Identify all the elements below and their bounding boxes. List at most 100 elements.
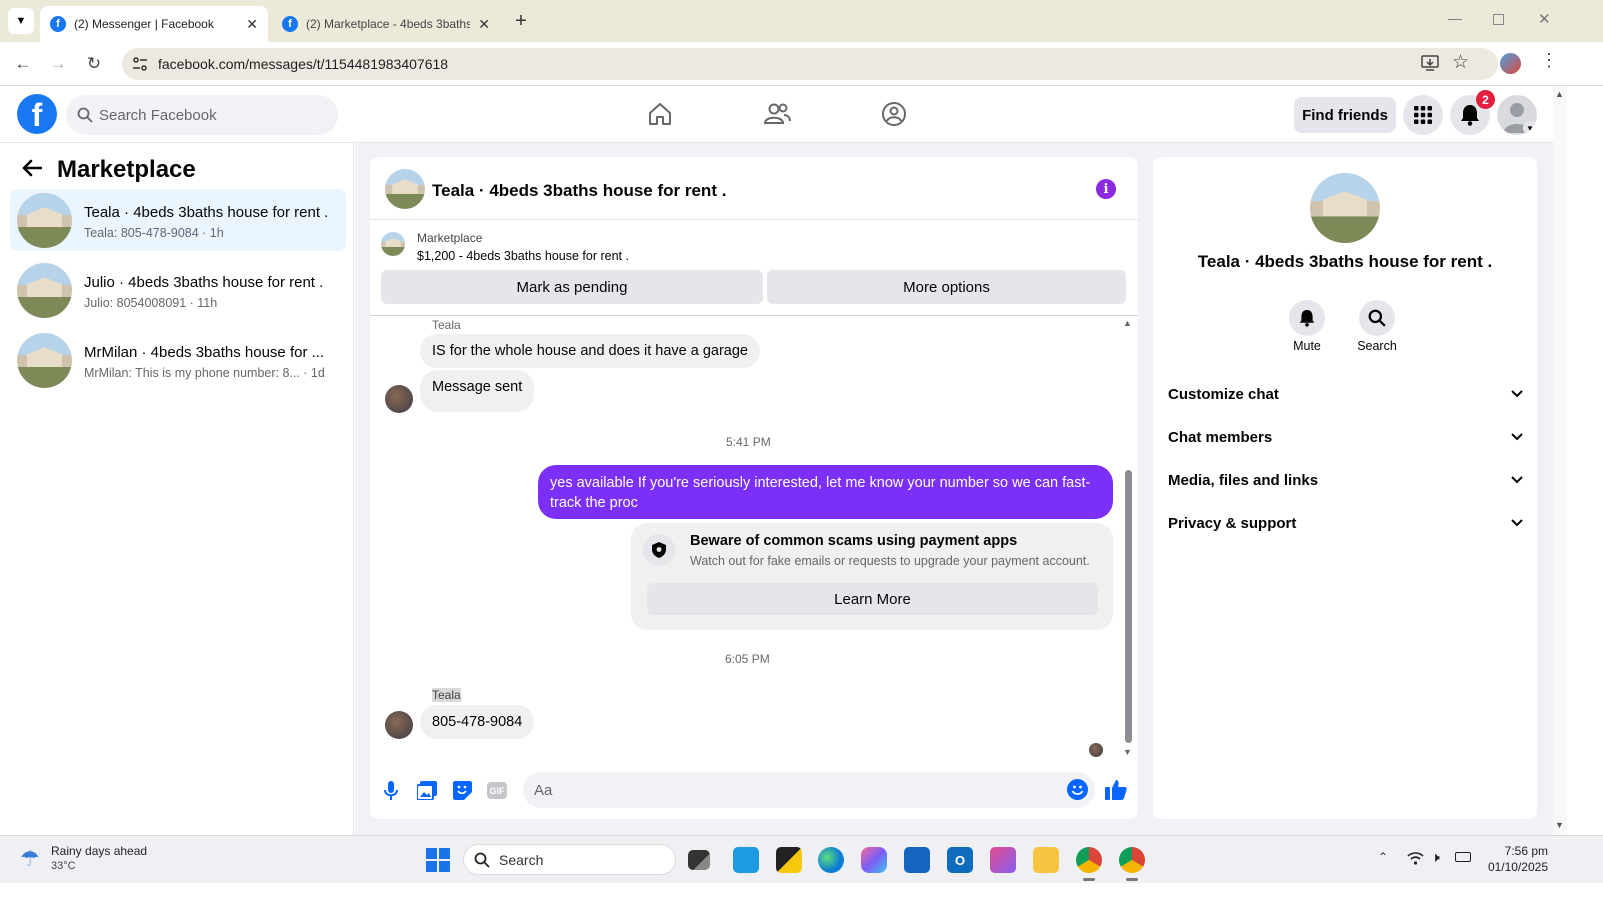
reload-icon[interactable]: ↻ (82, 52, 106, 76)
emoji-icon[interactable] (1067, 779, 1088, 800)
outlook-icon[interactable]: O (947, 847, 973, 873)
sender-avatar (385, 711, 413, 739)
app-icon[interactable] (733, 847, 759, 873)
conversation-item[interactable]: MrMilan · 4beds 3baths house for ... MrM… (10, 329, 346, 391)
address-bar[interactable]: facebook.com/messages/t/1154481983407618 (122, 48, 1498, 80)
chrome-profile-icon[interactable] (1119, 847, 1145, 873)
close-tab-icon[interactable]: ✕ (478, 16, 490, 33)
sticker-icon[interactable] (453, 781, 472, 805)
search-icon (77, 107, 93, 127)
incoming-message[interactable]: IS for the whole house and does it have … (420, 334, 760, 368)
back-arrow-icon[interactable]: ← (11, 52, 35, 76)
facebook-favicon-icon: f (282, 16, 298, 32)
clock-time[interactable]: 7:56 pm (1480, 844, 1548, 858)
chat-title[interactable]: Teala · 4beds 3baths house for rent . (432, 181, 726, 201)
chrome-icon[interactable] (1076, 847, 1102, 873)
facebook-logo[interactable]: f (17, 94, 57, 134)
search-icon (474, 852, 490, 871)
battery-icon[interactable] (1455, 852, 1471, 862)
sticky-notes-icon[interactable] (776, 847, 802, 873)
chat-header: Teala · 4beds 3baths house for rent . i (370, 157, 1138, 220)
incoming-message[interactable]: 805-478-9084 (420, 705, 535, 739)
more-options-button[interactable]: More options (767, 270, 1126, 304)
privacy-support-section[interactable]: Privacy & support (1168, 508, 1523, 538)
task-view-icon[interactable] (688, 850, 710, 870)
conversation-preview: MrMilan: This is my phone number: 8... ·… (84, 366, 325, 380)
chevron-down-icon (1511, 385, 1523, 402)
install-app-icon[interactable] (1421, 54, 1439, 77)
mark-as-pending-button[interactable]: Mark as pending (381, 270, 763, 304)
edge-browser-icon[interactable] (818, 847, 844, 873)
microphone-icon[interactable] (384, 781, 398, 806)
message-input[interactable]: Aa (523, 772, 1095, 808)
snipping-tool-icon[interactable] (990, 847, 1016, 873)
gif-icon[interactable]: GIF (487, 782, 507, 799)
page-scrollbar[interactable]: ▲ ▼ (1553, 87, 1567, 835)
conversation-item[interactable]: Teala · 4beds 3baths house for rent . Te… (10, 189, 346, 251)
learn-more-button[interactable]: Learn More (647, 583, 1098, 615)
close-window-icon[interactable]: ✕ (1538, 10, 1551, 28)
wifi-icon[interactable] (1407, 851, 1424, 870)
bookmark-star-icon[interactable]: ☆ (1452, 51, 1469, 74)
profile-avatar-icon[interactable] (1500, 53, 1521, 74)
chat-scrollbar-thumb[interactable] (1125, 470, 1132, 743)
friends-icon[interactable] (762, 99, 792, 129)
thumbs-up-icon[interactable] (1105, 779, 1127, 805)
start-button[interactable] (426, 848, 450, 872)
menu-grid-button[interactable] (1403, 95, 1443, 135)
scroll-down-arrow-icon[interactable]: ▼ (1555, 820, 1564, 830)
outgoing-message[interactable]: yes available If you're seriously intere… (538, 465, 1113, 519)
media-files-links-section[interactable]: Media, files and links (1168, 465, 1523, 495)
facebook-search-input[interactable]: Search Facebook (66, 95, 338, 135)
timestamp: 6:05 PM (725, 652, 770, 666)
microsoft-store-icon[interactable] (904, 847, 930, 873)
close-tab-icon[interactable]: ✕ (246, 16, 258, 33)
tab-messenger[interactable]: f (2) Messenger | Facebook ✕ (40, 6, 268, 42)
section-label: Customize chat (1168, 385, 1279, 403)
scroll-up-arrow-icon[interactable]: ▲ (1555, 89, 1564, 99)
profile-photo[interactable] (1310, 173, 1380, 243)
listing-thumbnail (17, 263, 72, 318)
incoming-message[interactable]: Message sent (420, 370, 535, 412)
forward-arrow-icon[interactable]: → (46, 52, 70, 76)
mute-button[interactable] (1289, 300, 1325, 336)
sender-name: Teala (432, 688, 461, 702)
conversation-item[interactable]: Julio · 4beds 3baths house for rent . Ju… (10, 259, 346, 321)
minimize-window-icon[interactable]: — (1448, 10, 1462, 26)
groups-icon[interactable] (879, 99, 909, 129)
account-avatar[interactable]: ▼ (1497, 95, 1537, 135)
weather-title[interactable]: Rainy days ahead (51, 844, 147, 858)
tab-list-dropdown-button[interactable]: ▼ (8, 8, 34, 34)
warning-body: Watch out for fake emails or requests to… (690, 554, 1090, 568)
notifications-button[interactable]: 2 (1450, 90, 1495, 135)
volume-icon[interactable]: 🕨 (1431, 849, 1440, 866)
home-icon[interactable] (645, 99, 675, 129)
photo-icon[interactable] (416, 781, 437, 805)
clock-date[interactable]: 01/10/2025 (1480, 860, 1548, 874)
scroll-down-arrow-icon[interactable]: ▼ (1123, 747, 1132, 757)
listing-price-title[interactable]: $1,200 - 4beds 3baths house for rent . (417, 249, 629, 263)
show-hidden-icons-icon[interactable]: ⌃ (1378, 850, 1388, 864)
windows-taskbar: ☂ Rainy days ahead 33°C Search O ⌃ 🕨 7:5… (0, 835, 1603, 883)
sender-name: Teala (432, 318, 461, 332)
copilot-icon[interactable] (861, 847, 887, 873)
browser-menu-icon[interactable]: ⋮ (1540, 50, 1558, 71)
chevron-down-icon (1511, 514, 1523, 531)
chat-avatar[interactable] (385, 169, 425, 209)
listing-thumbnail (17, 193, 72, 248)
find-friends-button[interactable]: Find friends (1294, 97, 1396, 133)
file-explorer-icon[interactable] (1033, 847, 1059, 873)
tab-label: (2) Marketplace - 4beds 3baths (306, 17, 471, 31)
scroll-up-arrow-icon[interactable]: ▲ (1123, 318, 1132, 328)
chat-members-section[interactable]: Chat members (1168, 422, 1523, 452)
search-in-chat-button[interactable] (1359, 300, 1395, 336)
back-arrow-icon[interactable] (22, 159, 43, 182)
new-tab-button[interactable]: + (510, 10, 532, 32)
tab-marketplace[interactable]: f (2) Marketplace - 4beds 3baths ✕ (272, 6, 500, 42)
customize-chat-section[interactable]: Customize chat (1168, 379, 1523, 409)
restore-window-icon[interactable] (1493, 14, 1504, 25)
site-info-icon[interactable] (132, 56, 148, 72)
weather-icon[interactable]: ☂ (20, 846, 40, 872)
info-icon[interactable]: i (1096, 179, 1116, 199)
taskbar-search[interactable]: Search (463, 844, 676, 875)
